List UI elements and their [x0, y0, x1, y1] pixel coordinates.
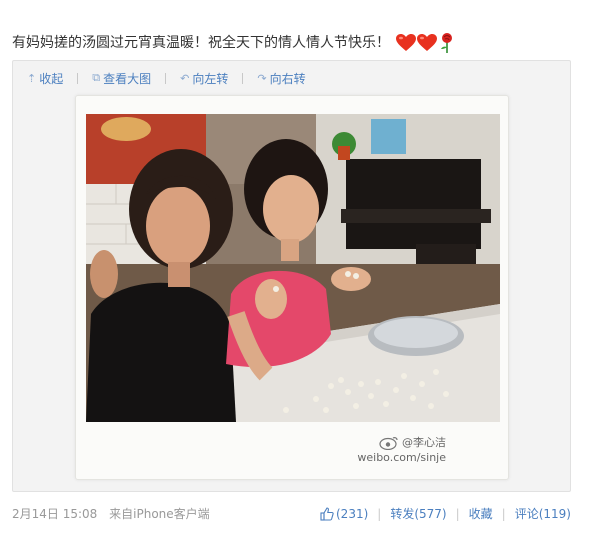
photo-frame: @李心洁 weibo.com/sinje	[75, 95, 509, 480]
rotate-left-label: 向左转	[192, 71, 229, 86]
action-divider: |	[501, 507, 506, 521]
post-actions: (231) | 转发(577) | 收藏 | 评论(119)	[320, 504, 571, 524]
media-box: ⇡ 收起 ⧉ 查看大图 ↶ 向左转 ↷ 向右转 @李心洁 weibo.com/s…	[12, 60, 571, 492]
photo-watermark: @李心洁 weibo.com/sinje	[357, 435, 446, 465]
image-toolbar: ⇡ 收起 ⧉ 查看大图 ↶ 向左转 ↷ 向右转	[27, 69, 320, 87]
favorite-button[interactable]: 收藏	[469, 504, 493, 524]
watermark-url: weibo.com/sinje	[357, 451, 446, 464]
collapse-label: 收起	[39, 71, 64, 86]
collapse-up-icon: ⇡	[27, 71, 37, 85]
post-source[interactable]: iPhone客户端	[133, 507, 210, 521]
toolbar-divider	[165, 72, 167, 84]
rose-emoji	[440, 33, 454, 53]
rotate-left-button[interactable]: ↶ 向左转	[180, 70, 228, 87]
rotate-right-icon: ↷	[257, 71, 267, 85]
repost-button[interactable]: 转发(577)	[390, 504, 446, 524]
post-footer: 2月14日 15:08 来自iPhone客户端 (231) | 转发(577) …	[12, 504, 571, 524]
thumbs-up-icon	[320, 507, 334, 521]
rotate-right-button[interactable]: ↷ 向右转	[257, 70, 305, 87]
rotate-left-icon: ↶	[180, 71, 190, 85]
heart-emoji	[396, 34, 416, 52]
comment-button[interactable]: 评论(119)	[515, 504, 571, 524]
like-count: (231)	[336, 507, 369, 521]
post-photo[interactable]	[86, 114, 500, 422]
action-divider: |	[455, 507, 460, 521]
post-meta: 2月14日 15:08 来自iPhone客户端	[12, 504, 210, 524]
source-prefix: 来自	[109, 507, 134, 521]
action-divider: |	[377, 507, 382, 521]
heart-emoji	[417, 34, 437, 52]
post-text-content: 有妈妈搓的汤圆过元宵真温暖！祝全天下的情人情人节快乐！	[12, 35, 390, 51]
collapse-button[interactable]: ⇡ 收起	[27, 70, 63, 87]
post-text: 有妈妈搓的汤圆过元宵真温暖！祝全天下的情人情人节快乐！	[12, 30, 454, 56]
weibo-logo-icon	[379, 436, 398, 450]
like-button[interactable]: (231)	[320, 504, 368, 524]
toolbar-divider	[242, 72, 244, 84]
view-large-button[interactable]: ⧉ 查看大图	[92, 70, 151, 87]
view-large-label: 查看大图	[103, 71, 152, 86]
toolbar-divider	[77, 72, 79, 84]
view-large-icon: ⧉	[92, 71, 101, 84]
post-time[interactable]: 2月14日 15:08	[12, 507, 97, 521]
rotate-right-label: 向右转	[269, 71, 306, 86]
watermark-user: @李心洁	[402, 436, 446, 449]
